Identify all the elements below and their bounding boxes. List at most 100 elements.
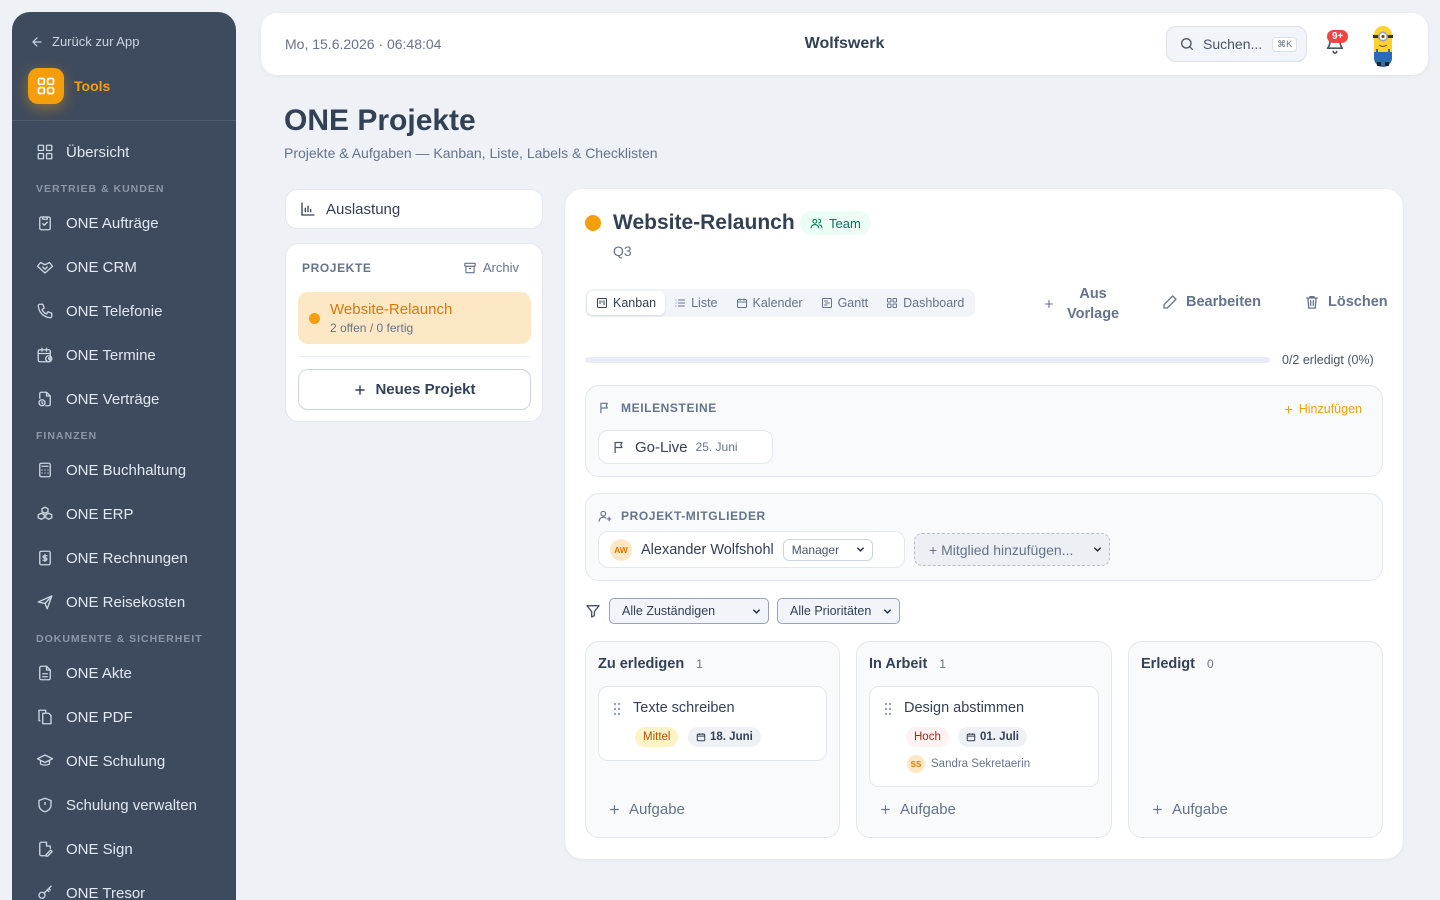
sidebar-item-label: ONE Verträge	[66, 390, 160, 408]
boxes-icon	[37, 506, 53, 520]
tab-list[interactable]: Liste	[665, 291, 726, 315]
sidebar-item-accounting[interactable]: ONE Buchhaltung	[12, 448, 236, 492]
sidebar-item-manage-training[interactable]: Schulung verwalten	[12, 783, 236, 827]
column-count: 0	[1206, 657, 1214, 671]
progress-text: 0/2 erledigt (0%)	[1282, 353, 1374, 367]
plus-icon	[1153, 805, 1162, 814]
project-subtitle: Q3	[613, 243, 632, 259]
column-header: In Arbeit 1	[869, 656, 946, 672]
delete-project-button[interactable]: Löschen	[1304, 294, 1388, 310]
edit-project-button[interactable]: Bearbeiten	[1162, 294, 1261, 310]
sidebar-item-travel-expenses[interactable]: ONE Reisekosten	[12, 580, 236, 624]
milestone-item[interactable]: Go-Live 25. Juni	[598, 430, 773, 464]
sidebar-item-contracts[interactable]: ONE Verträge	[12, 377, 236, 421]
search-shortcut: ⌘K	[1272, 36, 1298, 52]
chevron-down-icon	[884, 608, 891, 614]
add-milestone-label: Hinzufügen	[1298, 402, 1362, 416]
new-project-button[interactable]: Neues Projekt	[298, 369, 531, 410]
progress-bar	[585, 357, 1270, 363]
due-date-badge: 18. Juni	[688, 727, 761, 747]
clipboard-check-icon	[39, 216, 51, 231]
sidebar-item-label: ONE Tresor	[66, 884, 146, 900]
sidebar-section-docs: DOKUMENTE & SICHERHEIT	[36, 633, 203, 645]
add-task-label: Aufgabe	[1172, 801, 1228, 818]
projects-panel: PROJEKTE Archiv Website-Relaunch 2 offen…	[285, 243, 543, 422]
sidebar-item-overview[interactable]: Übersicht	[12, 130, 236, 174]
kanban-icon	[597, 298, 607, 308]
sidebar-item-invoices[interactable]: ONE Rechnungen	[12, 536, 236, 580]
tab-kanban[interactable]: Kanban	[587, 291, 666, 315]
assignee-avatar: SS	[907, 755, 925, 773]
sidebar-item-erp[interactable]: ONE ERP	[12, 492, 236, 536]
member-avatar: AW	[610, 538, 632, 561]
sidebar-item-pdf[interactable]: ONE PDF	[12, 695, 236, 739]
visibility-badge: Team	[800, 211, 871, 235]
app-switcher-tools[interactable]: Tools	[28, 68, 110, 104]
milestone-name: Go-Live	[635, 438, 688, 456]
trash-icon	[1306, 296, 1318, 309]
members-heading-label: PROJEKT-MITGLIEDER	[621, 509, 766, 523]
milestones-section: MEILENSTEINE Hinzufügen Go-Live 25. Juni	[585, 385, 1383, 477]
sidebar-section-finance: FINANZEN	[36, 430, 98, 442]
priority-badge: Mittel	[635, 727, 679, 747]
utilization-label: Auslastung	[326, 200, 401, 218]
back-to-app-link[interactable]: Zurück zur App	[30, 34, 139, 49]
flag-icon	[600, 402, 608, 414]
sidebar-item-sign[interactable]: ONE Sign	[12, 827, 236, 871]
archive-button[interactable]: Archiv	[463, 260, 519, 275]
notification-count-badge: 9+	[1327, 30, 1349, 43]
shield-icon	[38, 797, 52, 813]
chevron-down-icon	[1094, 547, 1101, 552]
sidebar-item-label: Übersicht	[66, 143, 130, 161]
page-subtitle: Projekte & Aufgaben — Kanban, Liste, Lab…	[284, 145, 658, 161]
task-card[interactable]: Design abstimmen Hoch 01. Juli SS Sandra…	[869, 686, 1099, 787]
project-list-item[interactable]: Website-Relaunch 2 offen / 0 fertig	[298, 292, 531, 344]
add-task-button[interactable]: Aufgabe	[1151, 801, 1228, 818]
search-button[interactable]: Suchen... ⌘K	[1166, 26, 1307, 62]
drag-handle-icon[interactable]	[613, 702, 621, 716]
task-card[interactable]: Texte schreiben Mittel 18. Juni	[598, 686, 827, 761]
drag-handle-icon[interactable]	[884, 702, 892, 716]
utilization-button[interactable]: Auslastung	[285, 189, 543, 229]
sidebar-item-vault[interactable]: ONE Tresor	[12, 871, 236, 900]
tab-label: Kanban	[613, 296, 657, 310]
calendar-icon	[736, 298, 747, 308]
task-title: Design abstimmen	[904, 700, 1025, 716]
add-milestone-button[interactable]: Hinzufügen	[1283, 402, 1362, 416]
projects-heading: PROJEKTE	[302, 261, 372, 275]
priority-filter-select[interactable]: Alle Prioritäten	[777, 598, 900, 624]
from-template-button[interactable]: Aus Vorlage	[1043, 284, 1119, 324]
chevron-down-icon	[753, 608, 760, 614]
task-title: Texte schreiben	[633, 700, 735, 716]
project-title: Website-Relaunch	[613, 211, 795, 234]
minion-avatar-icon	[1373, 26, 1393, 67]
tab-dashboard[interactable]: Dashboard	[877, 291, 973, 315]
chevron-down-icon	[856, 547, 864, 552]
sidebar-item-appointments[interactable]: ONE Termine	[12, 333, 236, 377]
grid-icon	[28, 68, 64, 104]
add-member-select[interactable]: + Mitglied hinzufügen...	[914, 533, 1110, 566]
search-icon	[1181, 38, 1193, 50]
sidebar-item-training[interactable]: ONE Schulung	[12, 739, 236, 783]
task-assignee: SS Sandra Sekretaerin	[907, 755, 1030, 773]
sidebar-item-telephony[interactable]: ONE Telefonie	[12, 289, 236, 333]
sidebar-item-files[interactable]: ONE Akte	[12, 651, 236, 695]
sidebar-item-label: ONE Reisekosten	[66, 593, 186, 611]
add-task-button[interactable]: Aufgabe	[608, 801, 685, 818]
sidebar-item-label: ONE ERP	[66, 505, 134, 523]
gantt-icon	[821, 298, 832, 308]
graduation-cap-icon	[36, 754, 54, 766]
back-label: Zurück zur App	[52, 34, 140, 49]
flag-icon	[614, 441, 623, 453]
tab-gantt[interactable]: Gantt	[812, 291, 878, 315]
edit-label: Bearbeiten	[1186, 294, 1261, 310]
tab-label: Liste	[691, 296, 718, 310]
sidebar-item-orders[interactable]: ONE Aufträge	[12, 201, 236, 245]
add-task-button[interactable]: Aufgabe	[879, 801, 956, 818]
tab-calendar[interactable]: Kalender	[727, 291, 812, 315]
priority-filter-value: Alle Prioritäten	[790, 604, 872, 618]
user-avatar[interactable]	[1367, 22, 1399, 68]
member-role-select[interactable]: Manager	[782, 538, 873, 561]
sidebar-item-crm[interactable]: ONE CRM	[12, 245, 236, 289]
assignee-filter-select[interactable]: Alle Zuständigen	[609, 598, 769, 624]
